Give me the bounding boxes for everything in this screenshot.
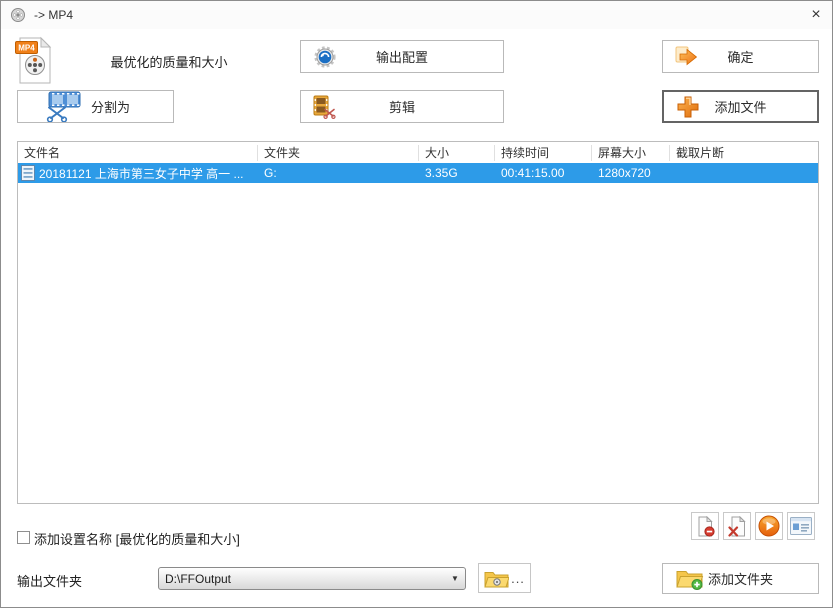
split-label: 分割为: [18, 97, 173, 116]
output-folder-combobox[interactable]: D:\FFOutput ▼: [158, 567, 466, 590]
add-file-button[interactable]: 添加文件: [662, 90, 819, 123]
ok-button[interactable]: 确定: [662, 40, 819, 73]
add-folder-button[interactable]: 添加文件夹: [662, 563, 819, 594]
output-folder-value: D:\FFOutput: [159, 572, 445, 586]
properties-panel-icon: [790, 517, 812, 535]
cell-duration: 00:41:15.00: [495, 166, 592, 180]
mp4-badge-text: MP4: [18, 44, 35, 53]
column-header-filename[interactable]: 文件名: [18, 145, 258, 161]
play-button[interactable]: [755, 512, 783, 540]
remove-file-icon: [695, 516, 716, 537]
column-header-duration[interactable]: 持续时间: [495, 145, 592, 161]
titlebar: -> MP4 ×: [1, 1, 832, 29]
column-header-screen[interactable]: 屏幕大小: [592, 145, 670, 161]
append-setting-checkbox[interactable]: [17, 531, 30, 544]
gear-icon: [313, 45, 337, 69]
file-list: 文件名 文件夹 大小 持续时间 屏幕大小 截取片断 20181121 上海市第三…: [17, 141, 819, 504]
clip-film-icon: [313, 95, 337, 119]
preset-quality-label: 最优化的质量和大小: [59, 37, 279, 85]
delete-x-icon: [727, 516, 748, 537]
column-header-size[interactable]: 大小: [419, 145, 495, 161]
cell-size: 3.35G: [419, 166, 495, 180]
video-file-icon: [21, 165, 35, 181]
browse-dots-label: ...: [511, 571, 525, 586]
output-folder-label: 输出文件夹: [17, 571, 82, 590]
mp4-document-icon: MP4: [15, 36, 53, 85]
clip-button[interactable]: 剪辑: [300, 90, 504, 123]
clear-list-button[interactable]: [723, 512, 751, 540]
folder-plus-icon: [676, 567, 704, 591]
cell-filename: 20181121 上海市第三女子中学 高一 ...: [18, 165, 258, 182]
film-reel-app-icon: [10, 7, 26, 23]
folder-camera-icon: [484, 569, 509, 588]
window-title: -> MP4: [34, 1, 73, 29]
chevron-down-icon: ▼: [445, 574, 465, 583]
output-config-button[interactable]: 输出配置: [300, 40, 504, 73]
cell-folder: G:: [258, 166, 419, 180]
append-setting-label: 添加设置名称 [最优化的质量和大小]: [34, 529, 240, 548]
converter-dialog: -> MP4 × MP4 最优化的质量和大小: [0, 0, 833, 608]
file-list-header: 文件名 文件夹 大小 持续时间 屏幕大小 截取片断: [18, 142, 818, 163]
arrow-right-icon: [674, 44, 700, 70]
remove-file-button[interactable]: [691, 512, 719, 540]
table-row[interactable]: 20181121 上海市第三女子中学 高一 ... G: 3.35G 00:41…: [18, 163, 818, 183]
column-header-folder[interactable]: 文件夹: [258, 145, 419, 161]
split-button[interactable]: 分割为: [17, 90, 174, 123]
column-header-clip[interactable]: 截取片断: [670, 145, 818, 161]
properties-button[interactable]: [787, 512, 815, 540]
play-icon: [758, 515, 780, 537]
plus-icon: [674, 93, 702, 121]
cell-screen: 1280x720: [592, 166, 670, 180]
film-scissors-icon: [44, 91, 84, 122]
browse-folder-button[interactable]: ...: [478, 563, 531, 593]
close-icon[interactable]: ×: [805, 4, 827, 26]
